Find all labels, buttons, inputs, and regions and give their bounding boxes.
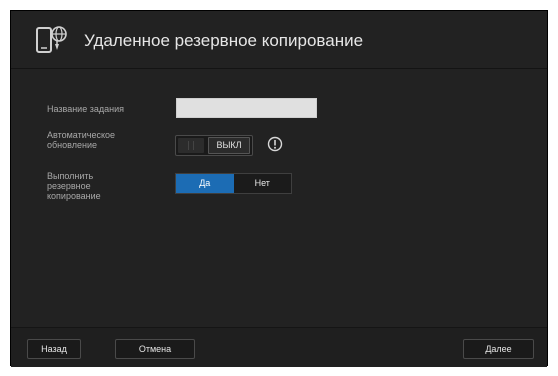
auto-update-label: Автоматическое обновление: [47, 130, 116, 150]
cancel-button[interactable]: Отмена: [115, 339, 195, 359]
info-icon[interactable]: [267, 136, 283, 152]
run-backup-selector: Да Нет: [175, 173, 292, 194]
run-backup-label: Выполнить резервное копирование: [47, 171, 101, 201]
dialog-footer: Назад Отмена Далее: [11, 327, 547, 367]
page-title: Удаленное резервное копирование: [84, 31, 364, 50]
toggle-state-label: ВЫКЛ: [208, 137, 250, 154]
option-no-button[interactable]: Нет: [233, 174, 291, 193]
remote-backup-dialog: Удаленное резервное копирование Название…: [10, 10, 548, 367]
task-name-label: Название задания: [47, 104, 124, 114]
next-button[interactable]: Далее: [463, 339, 534, 359]
cloud-device-icon: [36, 26, 67, 53]
auto-update-toggle[interactable]: ВЫКЛ: [175, 135, 253, 156]
back-button[interactable]: Назад: [27, 339, 81, 359]
toggle-knob: [178, 138, 204, 153]
grip-icon: [188, 141, 194, 150]
dialog-header: Удаленное резервное копирование: [11, 11, 547, 69]
option-yes-button[interactable]: Да: [176, 174, 234, 193]
task-name-input[interactable]: [176, 98, 317, 118]
